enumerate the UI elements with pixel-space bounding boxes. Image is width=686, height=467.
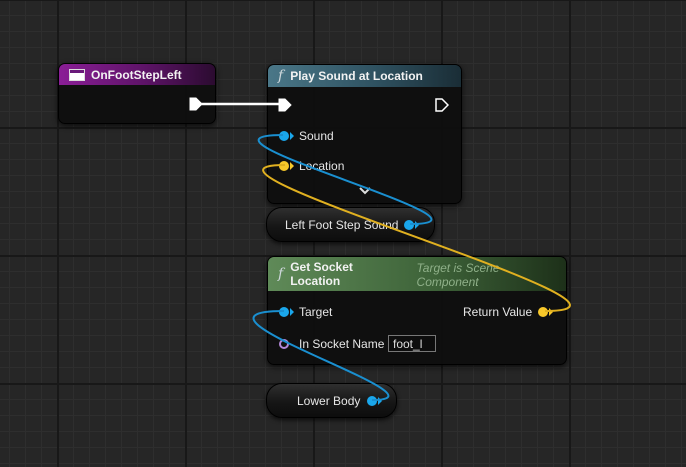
location-pin[interactable]: [279, 161, 289, 171]
variable-label: Left Foot Step Sound: [285, 218, 399, 232]
play-sound-node[interactable]: f Play Sound at Location Sound Location: [267, 64, 462, 204]
target-pin[interactable]: [279, 307, 289, 317]
get-socket-location-subtitle: Target is Scene Component: [416, 261, 500, 289]
event-node-header[interactable]: OnFootStepLeft: [59, 64, 215, 85]
socket-name-label: In Socket Name: [299, 337, 385, 351]
target-pin-label: Target: [299, 305, 333, 319]
exec-output-pin[interactable]: [435, 98, 449, 112]
get-socket-location-header[interactable]: f Get Socket Location Target is Scene Co…: [268, 257, 566, 291]
exec-output-pin[interactable]: [189, 97, 203, 111]
target-pin-arrow: [290, 308, 294, 316]
function-icon: f: [278, 68, 284, 84]
variable-label: Lower Body: [297, 394, 361, 408]
left-foot-step-sound-variable[interactable]: Left Foot Step Sound: [266, 207, 435, 242]
chevron-down-icon[interactable]: [359, 187, 371, 195]
location-pin-arrow: [290, 162, 294, 170]
get-socket-location-node[interactable]: f Get Socket Location Target is Scene Co…: [267, 256, 567, 365]
variable-output-pin-arrow: [378, 397, 382, 405]
location-pin-label: Location: [299, 159, 345, 173]
play-sound-node-title: Play Sound at Location: [290, 69, 423, 83]
variable-output-pin[interactable]: [404, 220, 414, 230]
play-sound-node-header[interactable]: f Play Sound at Location: [268, 65, 461, 87]
get-socket-location-title: Get Socket Location: [290, 260, 353, 288]
event-node[interactable]: OnFootStepLeft: [58, 63, 216, 124]
socket-name-pin[interactable]: [279, 339, 289, 349]
exec-input-pin[interactable]: [278, 98, 292, 112]
event-icon: [69, 68, 85, 81]
event-node-title: OnFootStepLeft: [91, 67, 182, 82]
return-value-pin-arrow: [549, 308, 553, 316]
function-icon: f: [278, 266, 284, 282]
return-value-label: Return Value: [463, 305, 533, 319]
sound-pin[interactable]: [279, 131, 289, 141]
sound-pin-arrow: [290, 132, 294, 140]
return-value-pin[interactable]: [538, 307, 548, 317]
sound-pin-label: Sound: [299, 129, 334, 143]
lower-body-variable[interactable]: Lower Body: [266, 383, 397, 418]
variable-output-pin-arrow: [415, 221, 419, 229]
socket-name-input[interactable]: foot_l: [388, 335, 436, 352]
variable-output-pin[interactable]: [367, 396, 377, 406]
